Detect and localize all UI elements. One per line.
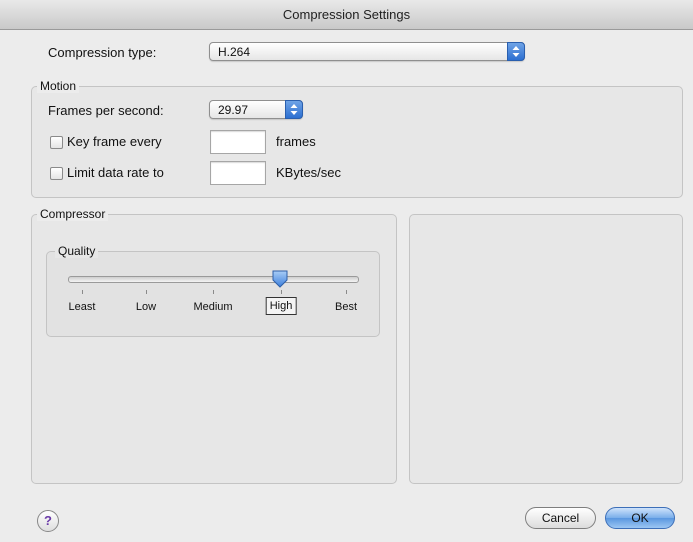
popup-arrows-icon xyxy=(507,42,525,61)
quality-tick xyxy=(281,290,282,294)
datarate-unit: KBytes/sec xyxy=(276,165,342,180)
quality-tick xyxy=(346,290,347,294)
quality-group-title: Quality xyxy=(55,244,99,258)
window-title: Compression Settings xyxy=(282,7,411,22)
keyframe-checkbox[interactable] xyxy=(50,136,63,149)
fps-label: Frames per second: xyxy=(48,103,164,118)
quality-label-least: Least xyxy=(68,301,96,313)
motion-group-title: Motion xyxy=(37,79,80,93)
popup-arrows-icon xyxy=(285,100,303,119)
quality-label-high: High xyxy=(265,297,297,315)
keyframe-field[interactable] xyxy=(210,130,266,154)
keyframe-unit: frames xyxy=(276,134,316,149)
compressor-options-panel xyxy=(409,214,683,484)
datarate-field[interactable] xyxy=(210,161,266,185)
quality-tick xyxy=(82,290,83,294)
quality-label-low: Low xyxy=(135,301,157,313)
quality-group xyxy=(46,251,380,337)
quality-slider-thumb[interactable] xyxy=(272,270,288,288)
quality-slider-track[interactable] xyxy=(68,276,359,283)
help-button[interactable]: ? xyxy=(37,510,59,532)
compression-type-popup[interactable]: H.264 xyxy=(209,42,525,61)
quality-tick xyxy=(213,290,214,294)
datarate-label: Limit data rate to xyxy=(67,165,164,180)
ok-button[interactable]: OK xyxy=(605,507,675,529)
compression-type-value: H.264 xyxy=(218,45,251,59)
fps-value: 29.97 xyxy=(218,103,249,117)
cancel-button[interactable]: Cancel xyxy=(525,507,596,529)
quality-label-medium: Medium xyxy=(193,301,233,313)
datarate-checkbox[interactable] xyxy=(50,167,63,180)
quality-label-best: Best xyxy=(334,301,358,313)
quality-tick xyxy=(146,290,147,294)
window-titlebar: Compression Settings xyxy=(0,0,693,30)
compression-type-label: Compression type: xyxy=(48,45,157,60)
compressor-group-title: Compressor xyxy=(37,207,109,221)
keyframe-label: Key frame every xyxy=(67,134,162,149)
fps-popup[interactable]: 29.97 xyxy=(209,100,303,119)
